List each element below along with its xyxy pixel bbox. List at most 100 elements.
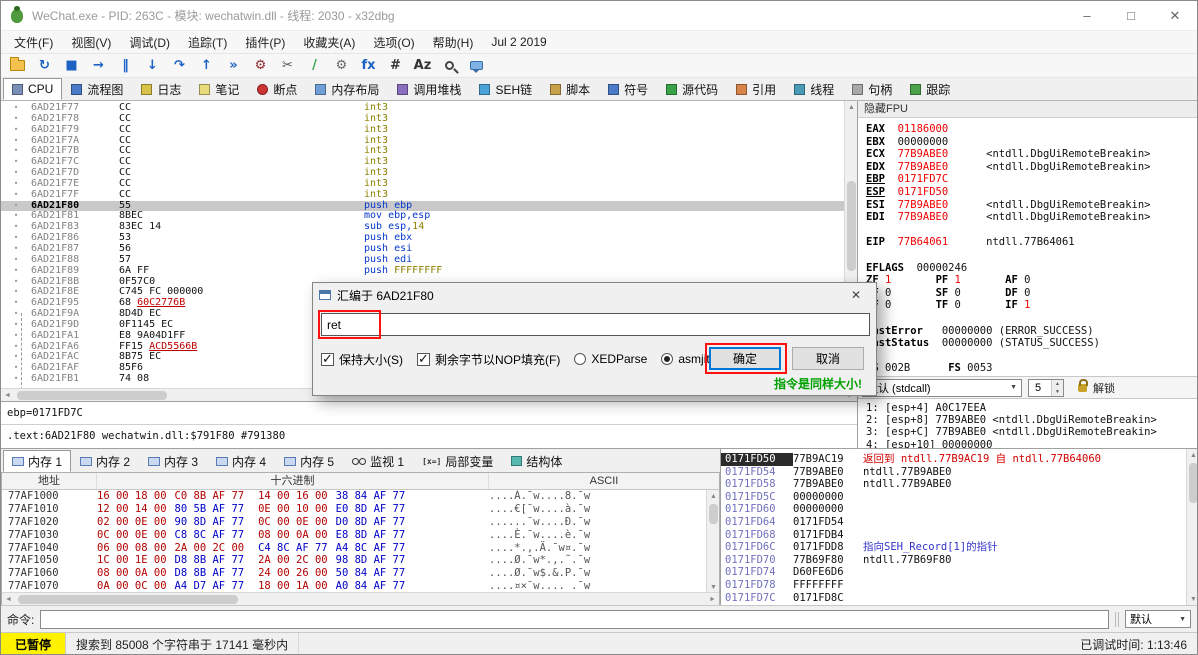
dump-row[interactable]: 77AF102002 00 0E 0090 8D AF 770C 00 0E 0… bbox=[2, 516, 706, 529]
arg-count-spinner[interactable]: 5 ▲▼ bbox=[1028, 379, 1064, 397]
menu-item-8[interactable]: Jul 2 2019 bbox=[482, 32, 555, 52]
step-out-button[interactable]: ↑ bbox=[194, 55, 219, 77]
tab-script[interactable]: 脚本 bbox=[541, 78, 599, 100]
tab-handles[interactable]: 句柄 bbox=[843, 78, 901, 100]
cancel-button[interactable]: 取消 bbox=[792, 347, 864, 370]
breakpoint-dot[interactable]: • bbox=[1, 255, 31, 266]
gears-button[interactable]: ⚙ bbox=[329, 55, 354, 77]
breakpoint-dot[interactable]: • bbox=[1, 146, 31, 157]
breakpoint-dot[interactable]: • bbox=[1, 244, 31, 255]
tab-cpu[interactable]: CPU bbox=[3, 78, 62, 100]
splitter-handle[interactable] bbox=[1115, 612, 1119, 627]
scroll-thumb[interactable] bbox=[18, 595, 238, 604]
stack-row[interactable]: 0171FD6000000000 bbox=[721, 503, 1186, 516]
asmjit-radio[interactable] bbox=[661, 353, 673, 365]
settings-button[interactable]: ⚙ bbox=[248, 55, 273, 77]
tab-memory-3[interactable]: 内存 3 bbox=[139, 450, 207, 472]
stop-button[interactable]: ■ bbox=[59, 55, 84, 77]
open-button[interactable] bbox=[5, 55, 30, 77]
register-line[interactable]: CF 0 TF 0 IF 1 bbox=[866, 299, 1198, 312]
tab-memory-map[interactable]: 内存布局 bbox=[306, 78, 388, 100]
breakpoint-dot[interactable]: • bbox=[1, 190, 31, 201]
menu-item-3[interactable]: 追踪(T) bbox=[179, 31, 236, 54]
breakpoint-dot[interactable]: • bbox=[1, 179, 31, 190]
menu-item-6[interactable]: 选项(O) bbox=[364, 31, 423, 54]
dump-row[interactable]: 77AF10700A 00 0C 00A4 D7 AF 7718 00 1A 0… bbox=[2, 580, 706, 592]
breakpoint-dot[interactable]: • bbox=[1, 157, 31, 168]
tab-notes[interactable]: 笔记 bbox=[190, 78, 248, 100]
register-line[interactable]: EAX 01186000 bbox=[866, 123, 1198, 136]
breakpoint-dot[interactable]: • bbox=[1, 201, 31, 212]
dump-row[interactable]: 77AF10300C 00 0E 00C8 8C AF 7708 00 0A 0… bbox=[2, 529, 706, 542]
breakpoint-dot[interactable]: • bbox=[1, 125, 31, 136]
stack-arg-line[interactable]: 3: [esp+C] 77B9ABE0 <ntdll.DbgUiRemoteBr… bbox=[866, 426, 1198, 438]
keep-size-checkbox[interactable] bbox=[321, 353, 334, 366]
register-line[interactable]: EBX 00000000 bbox=[866, 136, 1198, 149]
tab-breakpoints[interactable]: 断点 bbox=[248, 78, 306, 100]
breakpoint-dot[interactable]: • bbox=[1, 266, 31, 277]
hash-button[interactable]: # bbox=[383, 55, 408, 77]
patch-button[interactable]: ✂ bbox=[275, 55, 300, 77]
search-button[interactable] bbox=[437, 55, 462, 77]
tab-memory-5[interactable]: 内存 5 bbox=[275, 450, 343, 472]
maximize-button[interactable]: □ bbox=[1109, 1, 1153, 31]
register-line[interactable]: EFLAGS 00000246 bbox=[866, 262, 1198, 275]
breakpoint-dot[interactable]: • bbox=[1, 168, 31, 179]
stack-row[interactable]: 0171FD7C0171FD8C bbox=[721, 592, 1186, 605]
dump-row[interactable]: 77AF104006 00 08 002A 00 2C 00C4 8C AF 7… bbox=[2, 542, 706, 555]
register-line[interactable] bbox=[866, 312, 1198, 325]
tab-trace[interactable]: 跟踪 bbox=[901, 78, 959, 100]
stack-arg-line[interactable]: 4: [esp+10] 00000000 bbox=[866, 439, 1198, 448]
breakpoint-dot[interactable]: • bbox=[1, 287, 31, 298]
register-line[interactable]: OF 0 SF 0 DF 0 bbox=[866, 287, 1198, 300]
stack-row[interactable]: 0171FD6C0171FDD8指向SEH_Record[1]的指针 bbox=[721, 541, 1186, 554]
menu-item-7[interactable]: 帮助(H) bbox=[424, 31, 483, 54]
scroll-thumb[interactable] bbox=[1189, 463, 1198, 503]
stack-row[interactable]: 0171FD5077B9AC19返回到 ntdll.77B9AC19 自 ntd… bbox=[721, 453, 1186, 466]
stack-arg-line[interactable]: 2: [esp+8] 77B9ABE0 <ntdll.DbgUiRemoteBr… bbox=[866, 414, 1198, 426]
command-profile-select[interactable]: 默认 ▼ bbox=[1125, 610, 1191, 628]
register-line[interactable]: GS 002B FS 0053 bbox=[866, 362, 1198, 375]
tab-source[interactable]: 源代码 bbox=[657, 78, 727, 100]
scroll-up-icon[interactable]: ▲ bbox=[707, 490, 720, 503]
tab-memory-2[interactable]: 内存 2 bbox=[71, 450, 139, 472]
tab-symbols[interactable]: 符号 bbox=[599, 78, 657, 100]
step-over-button[interactable]: ↷ bbox=[167, 55, 192, 77]
tab-threads[interactable]: 线程 bbox=[785, 78, 843, 100]
breakpoint-dot[interactable]: • bbox=[1, 298, 31, 309]
stack-row[interactable]: 0171FD5877B9ABE0ntdll.77B9ABE0 bbox=[721, 478, 1186, 491]
dialog-close-button[interactable]: ✕ bbox=[842, 288, 870, 302]
register-line[interactable]: ECX 77B9ABE0 <ntdll.DbgUiRemoteBreakin> bbox=[866, 148, 1198, 161]
hide-fpu-button[interactable]: 隐藏FPU bbox=[858, 101, 1198, 118]
unlock-label[interactable]: 解锁 bbox=[1093, 380, 1115, 396]
tab-references[interactable]: 引用 bbox=[727, 78, 785, 100]
dump-hscrollbar[interactable]: ◄ ► bbox=[2, 592, 719, 605]
dump-row[interactable]: 77AF101012 00 14 0080 5B AF 770E 00 10 0… bbox=[2, 503, 706, 516]
tab-struct[interactable]: 结构体 bbox=[502, 450, 571, 472]
scroll-thumb[interactable] bbox=[17, 391, 167, 400]
breakpoint-dot[interactable]: • bbox=[1, 222, 31, 233]
scroll-up-icon[interactable]: ▲ bbox=[1187, 449, 1198, 462]
ok-button[interactable]: 确定 bbox=[709, 347, 781, 370]
stack-row[interactable]: 0171FD680171FDB4 bbox=[721, 529, 1186, 542]
xedparse-radio[interactable] bbox=[574, 353, 586, 365]
tab-seh-chain[interactable]: SEH链 bbox=[470, 78, 541, 100]
register-line[interactable]: LastError 00000000 (ERROR_SUCCESS) bbox=[866, 325, 1198, 338]
register-line[interactable]: ZF 1 PF 1 AF 0 bbox=[866, 274, 1198, 287]
stack-row[interactable]: 0171FD7077B69F80ntdll.77B69F80 bbox=[721, 554, 1186, 567]
register-line[interactable]: ESI 77B9ABE0 <ntdll.DbgUiRemoteBreakin> bbox=[866, 199, 1198, 212]
dump-row[interactable]: 77AF100016 00 18 00C0 8B AF 7714 00 16 0… bbox=[2, 490, 706, 503]
stack-vscrollbar[interactable]: ▲ ▼ bbox=[1186, 449, 1198, 606]
register-line[interactable] bbox=[866, 224, 1198, 237]
assemble-button[interactable]: / bbox=[302, 55, 327, 77]
breakpoint-dot[interactable]: • bbox=[1, 136, 31, 147]
stack-row[interactable]: 0171FD5C00000000 bbox=[721, 491, 1186, 504]
assemble-instruction-input[interactable] bbox=[321, 313, 870, 336]
tab-memory-1[interactable]: 内存 1 bbox=[3, 450, 71, 472]
close-button[interactable]: ✕ bbox=[1153, 1, 1197, 31]
animate-button[interactable]: » bbox=[221, 55, 246, 77]
stack-row[interactable]: 0171FD5477B9ABE0ntdll.77B9ABE0 bbox=[721, 466, 1186, 479]
register-line[interactable]: ESP 0171FD50 bbox=[866, 186, 1198, 199]
dump-vscrollbar[interactable]: ▲ ▼ bbox=[706, 490, 719, 594]
restart-button[interactable]: ↻ bbox=[32, 55, 57, 77]
